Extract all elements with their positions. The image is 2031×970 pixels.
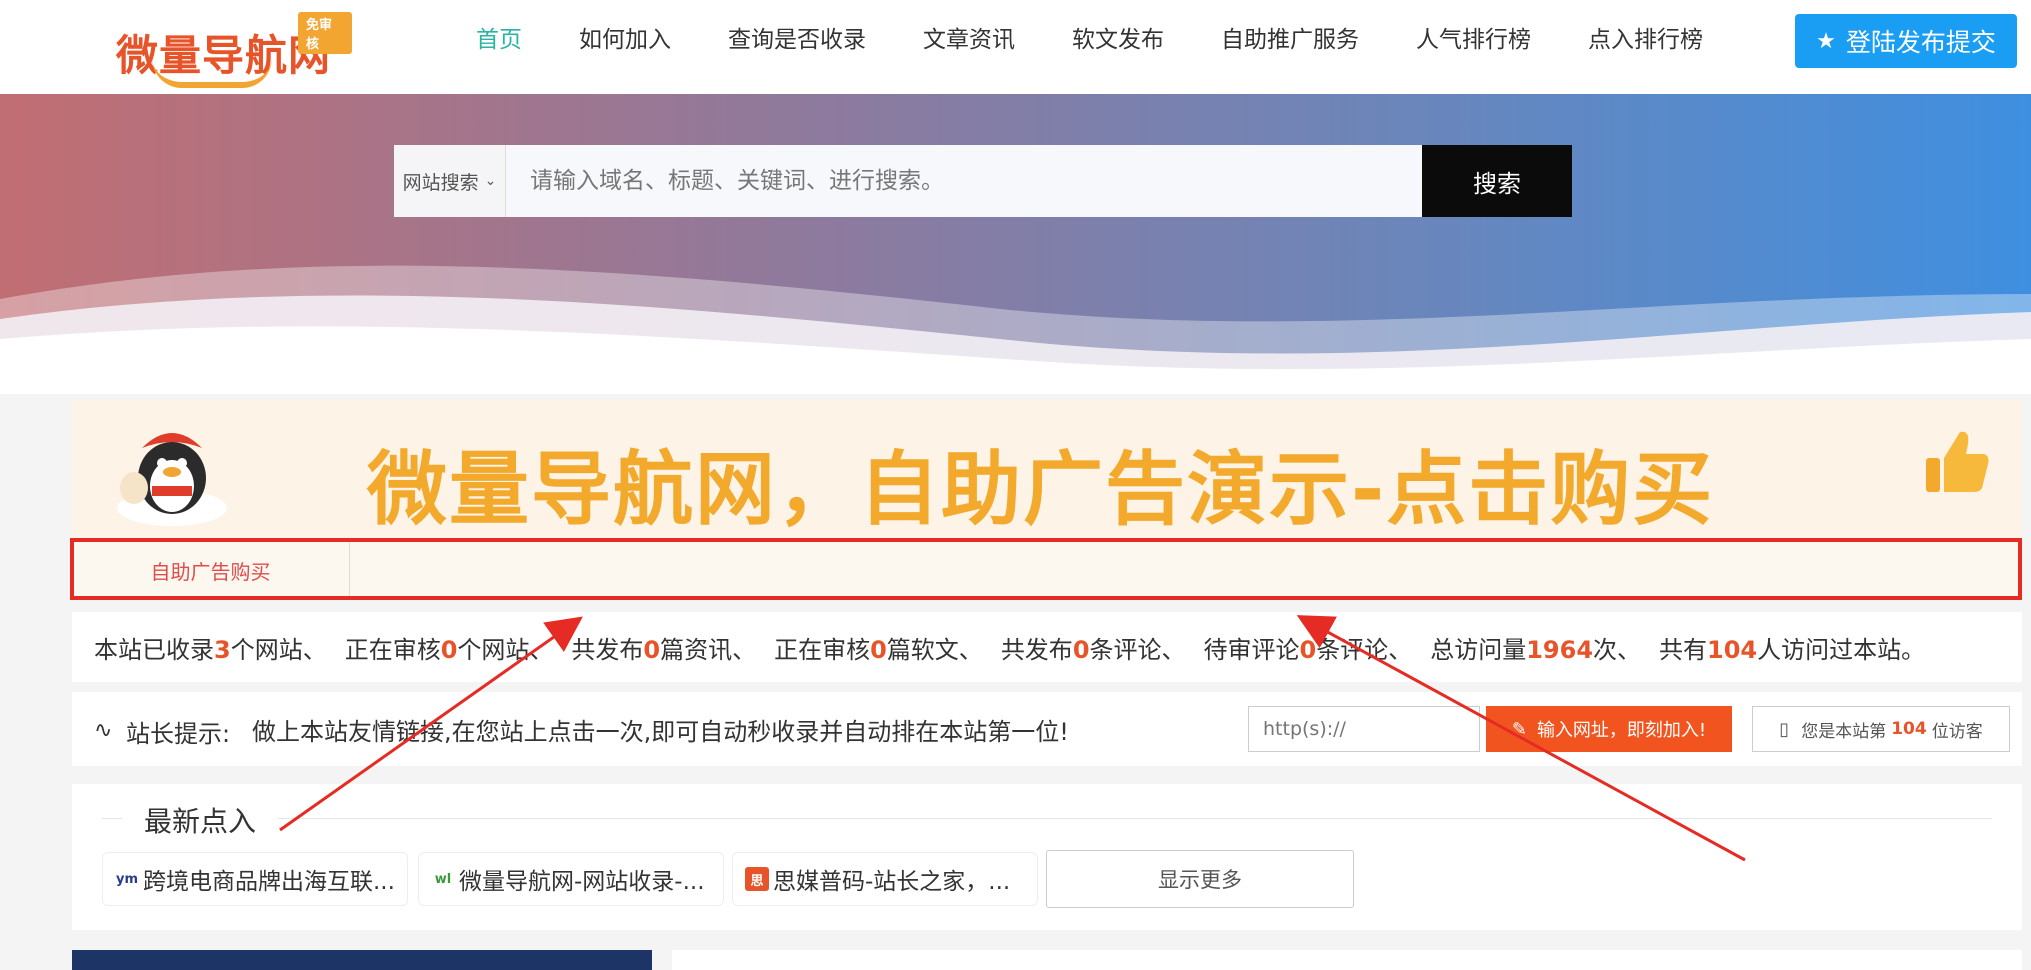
site-stats: 本站已收录3个网站、 正在审核0个网站、 共发布0篇资讯、 正在审核0篇软文、 … bbox=[72, 612, 2022, 682]
chevron-down-icon: ⌄ bbox=[484, 173, 497, 189]
login-submit-button[interactable]: ★ 登陆发布提交 bbox=[1795, 14, 2017, 68]
latest-clickins: 最新点入 ym 跨境电商品牌出海互联... wl 微量导航网-网站收录-... … bbox=[72, 784, 2022, 930]
document-icon: ▯ bbox=[1779, 718, 1790, 740]
hero-banner bbox=[0, 94, 2031, 394]
pulse-icon: ∿ bbox=[94, 718, 113, 743]
logo-arc-icon bbox=[152, 58, 272, 88]
pencil-icon: ✎ bbox=[1511, 718, 1527, 740]
site-logo[interactable]: 微量导航网 免审核 bbox=[112, 6, 352, 88]
nav-how-to-join[interactable]: 如何加入 bbox=[579, 20, 671, 60]
wave-decoration bbox=[0, 265, 2031, 394]
list-item-label: 跨境电商品牌出海互联... bbox=[143, 869, 395, 895]
nav-self-promotion[interactable]: 自助推广服务 bbox=[1221, 20, 1359, 60]
search-type-select[interactable]: 网站搜索 ⌄ bbox=[394, 145, 506, 217]
nav-click-ranking[interactable]: 点入排行榜 bbox=[1588, 20, 1703, 60]
nav-publish-softarticle[interactable]: 软文发布 bbox=[1072, 20, 1164, 60]
list-item[interactable]: wl 微量导航网-网站收录-... bbox=[418, 852, 724, 906]
stat-articles: 共发布0篇资讯、 bbox=[571, 635, 757, 664]
stat-sites: 本站已收录3个网站、 bbox=[94, 635, 327, 664]
site-url-input[interactable] bbox=[1248, 706, 1480, 752]
stat-total-visits: 总访问量1964次、 bbox=[1430, 635, 1642, 664]
section-title: 最新点入 bbox=[122, 800, 279, 840]
stat-sites-pending: 正在审核0个网站、 bbox=[344, 635, 554, 664]
bottom-left-panel bbox=[72, 950, 652, 970]
header: 微量导航网 免审核 首页 如何加入 查询是否收录 文章资讯 软文发布 自助推广服… bbox=[0, 0, 2031, 94]
bottom-right-panel bbox=[672, 950, 2022, 970]
list-item[interactable]: ym 跨境电商品牌出海互联... bbox=[102, 852, 408, 906]
stat-comments-pending: 待审评论0条评论、 bbox=[1203, 635, 1413, 664]
join-now-button[interactable]: ✎ 输入网址，即刻加入! bbox=[1486, 706, 1732, 752]
nav-home[interactable]: 首页 bbox=[476, 20, 522, 60]
join-now-label: 输入网址，即刻加入! bbox=[1536, 720, 1707, 741]
stat-comments: 共发布0条评论、 bbox=[1000, 635, 1186, 664]
search-button[interactable]: 搜索 bbox=[1422, 145, 1572, 217]
star-icon: ★ bbox=[1816, 28, 1836, 54]
visitor-counter: ▯ 您是本站第 104 位访客 bbox=[1752, 706, 2010, 752]
login-button-label: 登陆发布提交 bbox=[1845, 28, 1996, 57]
site-favicon-icon: wl bbox=[434, 871, 452, 887]
section-divider bbox=[102, 818, 1992, 819]
nav-popularity-ranking[interactable]: 人气排行榜 bbox=[1416, 20, 1531, 60]
search-type-label: 网站搜索 bbox=[402, 171, 479, 194]
list-item[interactable]: 思 思媒普码-站长之家，... bbox=[732, 852, 1038, 906]
main-nav: 首页 如何加入 查询是否收录 文章资讯 软文发布 自助推广服务 人气排行榜 点入… bbox=[476, 20, 1760, 60]
search-input[interactable] bbox=[506, 145, 1422, 217]
nav-check-indexed[interactable]: 查询是否收录 bbox=[728, 20, 866, 60]
tip-text: 做上本站友情链接,在您站上点击一次,即可自动秒收录并自动排在本站第一位! bbox=[252, 718, 1069, 746]
ad-headline: 微量导航网，自助广告演示-点击购买 bbox=[367, 443, 1715, 536]
penguin-mascot-icon bbox=[117, 433, 227, 526]
thumbs-up-icon bbox=[1926, 431, 1989, 492]
annotation-highlight-box bbox=[70, 538, 2022, 600]
webmaster-tip: ∿ 站长提示: 做上本站友情链接,在您站上点击一次,即可自动秒收录并自动排在本站… bbox=[72, 692, 2022, 766]
search-bar: 网站搜索 ⌄ 搜索 bbox=[394, 145, 1572, 217]
ad-banner[interactable]: 微量导航网，自助广告演示-点击购买 bbox=[72, 400, 2022, 538]
tip-label: 站长提示: bbox=[126, 720, 231, 748]
site-favicon-icon: 思 bbox=[745, 867, 769, 891]
stat-visitors: 共有104人访问过本站。 bbox=[1659, 635, 1926, 664]
list-item-label: 思媒普码-站长之家，... bbox=[773, 869, 1011, 895]
show-more-button[interactable]: 显示更多 bbox=[1046, 850, 1354, 908]
list-item-label: 微量导航网-网站收录-... bbox=[459, 869, 705, 895]
visitor-number: 104 bbox=[1891, 719, 1927, 739]
site-favicon-icon: ym bbox=[115, 871, 139, 887]
stat-softarticles-pending: 正在审核0篇软文、 bbox=[774, 635, 983, 664]
nav-articles[interactable]: 文章资讯 bbox=[923, 20, 1015, 60]
logo-badge: 免审核 bbox=[298, 12, 352, 54]
